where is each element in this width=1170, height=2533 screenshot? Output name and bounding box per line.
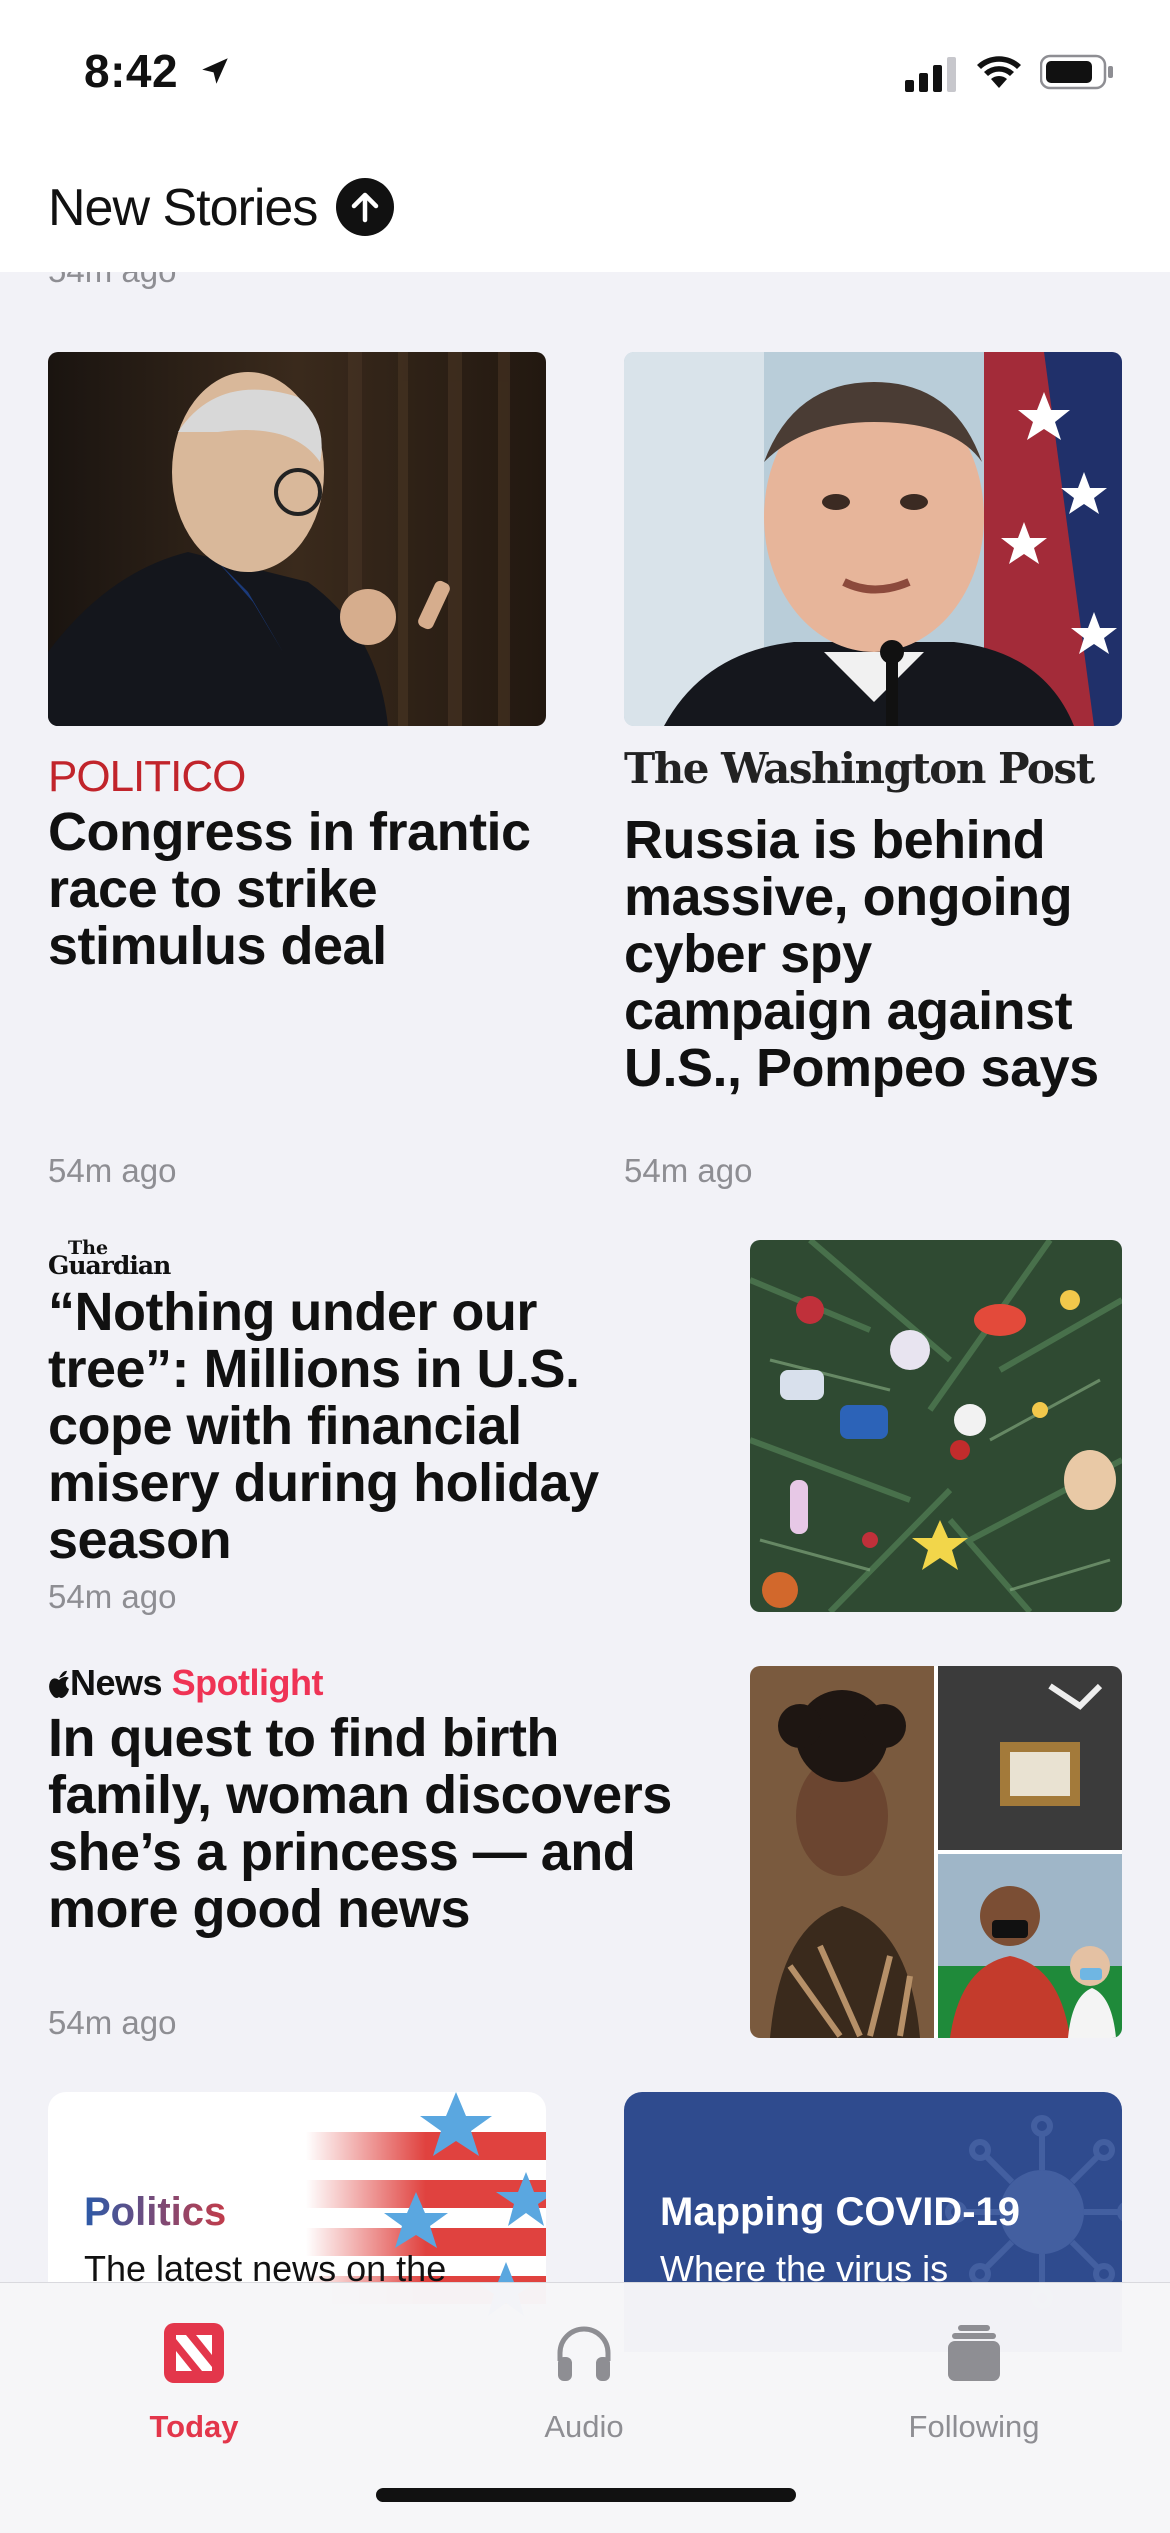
tab-following[interactable]: Following bbox=[854, 2301, 1094, 2451]
tab-label: Audio bbox=[544, 2409, 624, 2444]
topic-title: Mapping COVID-19 bbox=[660, 2190, 1021, 2234]
story-image[interactable] bbox=[624, 352, 1122, 726]
story-headline[interactable]: Congress in frantic race to strike stimu… bbox=[48, 804, 546, 975]
publisher-logo-news-spotlight: News Spotlight bbox=[48, 1662, 324, 1704]
following-stack-icon bbox=[948, 2325, 1000, 2381]
story-headline[interactable]: In quest to find birth family, woman dis… bbox=[48, 1710, 688, 1938]
topic-title-text: Politics bbox=[84, 2190, 227, 2234]
news-wordmark: News bbox=[70, 1662, 163, 1703]
story-timestamp: 54m ago bbox=[48, 1152, 177, 1189]
tab-audio[interactable]: Audio bbox=[464, 2301, 704, 2451]
wifi-icon bbox=[977, 56, 1021, 88]
tab-label: Today bbox=[149, 2409, 239, 2444]
scroll-to-top-button[interactable] bbox=[336, 178, 394, 236]
arrow-up-icon bbox=[351, 192, 379, 223]
tab-label: Following bbox=[908, 2409, 1040, 2444]
story-image[interactable] bbox=[750, 1240, 1122, 1612]
news-icon bbox=[164, 2323, 224, 2383]
apple-logo-icon bbox=[49, 1670, 69, 1698]
story-image[interactable] bbox=[48, 352, 546, 726]
story-timestamp: 54m ago bbox=[624, 1152, 753, 1189]
home-indicator[interactable] bbox=[376, 2488, 796, 2502]
tab-today[interactable]: Today bbox=[74, 2301, 314, 2451]
story-headline[interactable]: “Nothing under our tree”: Millions in U.… bbox=[48, 1284, 688, 1569]
headphones-icon bbox=[557, 2326, 611, 2381]
topic-title: Politics bbox=[84, 2190, 226, 2235]
story-timestamp: 54m ago bbox=[48, 1578, 177, 1615]
story-image[interactable] bbox=[750, 1666, 1122, 2038]
cellular-signal-icon bbox=[905, 57, 956, 92]
status-bar: 8:42 bbox=[0, 0, 1170, 150]
status-time: 8:42 bbox=[84, 45, 179, 97]
spotlight-label: Spotlight bbox=[171, 1662, 324, 1703]
publisher-logo-politico: POLITICO bbox=[48, 752, 246, 801]
story-timestamp: 54m ago bbox=[48, 2004, 177, 2041]
story-headline[interactable]: Russia is behind massive, ongoing cyber … bbox=[624, 812, 1124, 1097]
section-header: New Stories bbox=[0, 150, 1170, 272]
publisher-logo-washington-post: The Washington Post bbox=[624, 744, 1095, 793]
guardian-logo-guardian: Guardian bbox=[48, 1251, 171, 1280]
page-title: New Stories bbox=[48, 179, 318, 237]
location-arrow-icon bbox=[202, 58, 228, 84]
publisher-logo-guardian: The Guardian bbox=[48, 1239, 171, 1280]
battery-icon bbox=[1040, 54, 1113, 90]
